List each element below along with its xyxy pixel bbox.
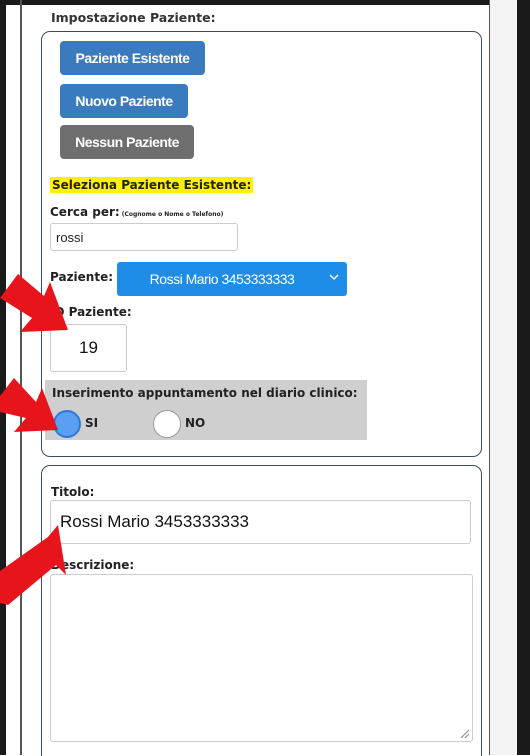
search-label-text: Cerca per: — [50, 205, 120, 219]
patient-select-value: Rossi Mario 3453333333 — [149, 271, 295, 287]
chevron-down-icon — [329, 273, 339, 284]
search-hint: (Cognome o Nome o Telefono) — [121, 211, 224, 218]
title-input-value: Rossi Mario 3453333333 — [60, 512, 250, 531]
radio-no-label[interactable]: NO — [185, 416, 205, 430]
description-textarea[interactable] — [50, 574, 473, 742]
new-patient-button[interactable]: Nuovo Paziente — [60, 84, 188, 118]
title-label: Titolo: — [51, 485, 95, 499]
section-heading: Impostazione Paziente: — [51, 10, 216, 25]
search-label: Cerca per: (Cognome o Nome o Telefono) — [50, 205, 223, 219]
search-input-value: rossi — [56, 229, 84, 245]
patient-id-value: 19 — [79, 338, 98, 357]
diary-label: Inserimento appuntamento nel diario clin… — [52, 386, 358, 400]
patient-select[interactable]: Rossi Mario 3453333333 — [117, 262, 347, 296]
diary-option-box: Inserimento appuntamento nel diario clin… — [45, 380, 367, 440]
search-input[interactable]: rossi — [50, 223, 238, 251]
window-top-border — [0, 0, 530, 5]
title-input[interactable]: Rossi Mario 3453333333 — [50, 500, 471, 544]
annotation-arrow-diary — [0, 378, 58, 432]
annotation-arrow-id — [0, 274, 68, 332]
window-right-border — [517, 0, 530, 755]
radio-yes-label[interactable]: SI — [85, 416, 98, 430]
existing-patient-button[interactable]: Paziente Esistente — [60, 41, 205, 75]
no-patient-button[interactable]: Nessun Paziente — [60, 125, 194, 159]
radio-no[interactable] — [153, 410, 181, 438]
annotation-arrow-title — [0, 525, 66, 605]
resize-grip-icon[interactable] — [459, 728, 469, 738]
select-existing-label: Seleziona Paziente Esistente: — [50, 177, 254, 193]
